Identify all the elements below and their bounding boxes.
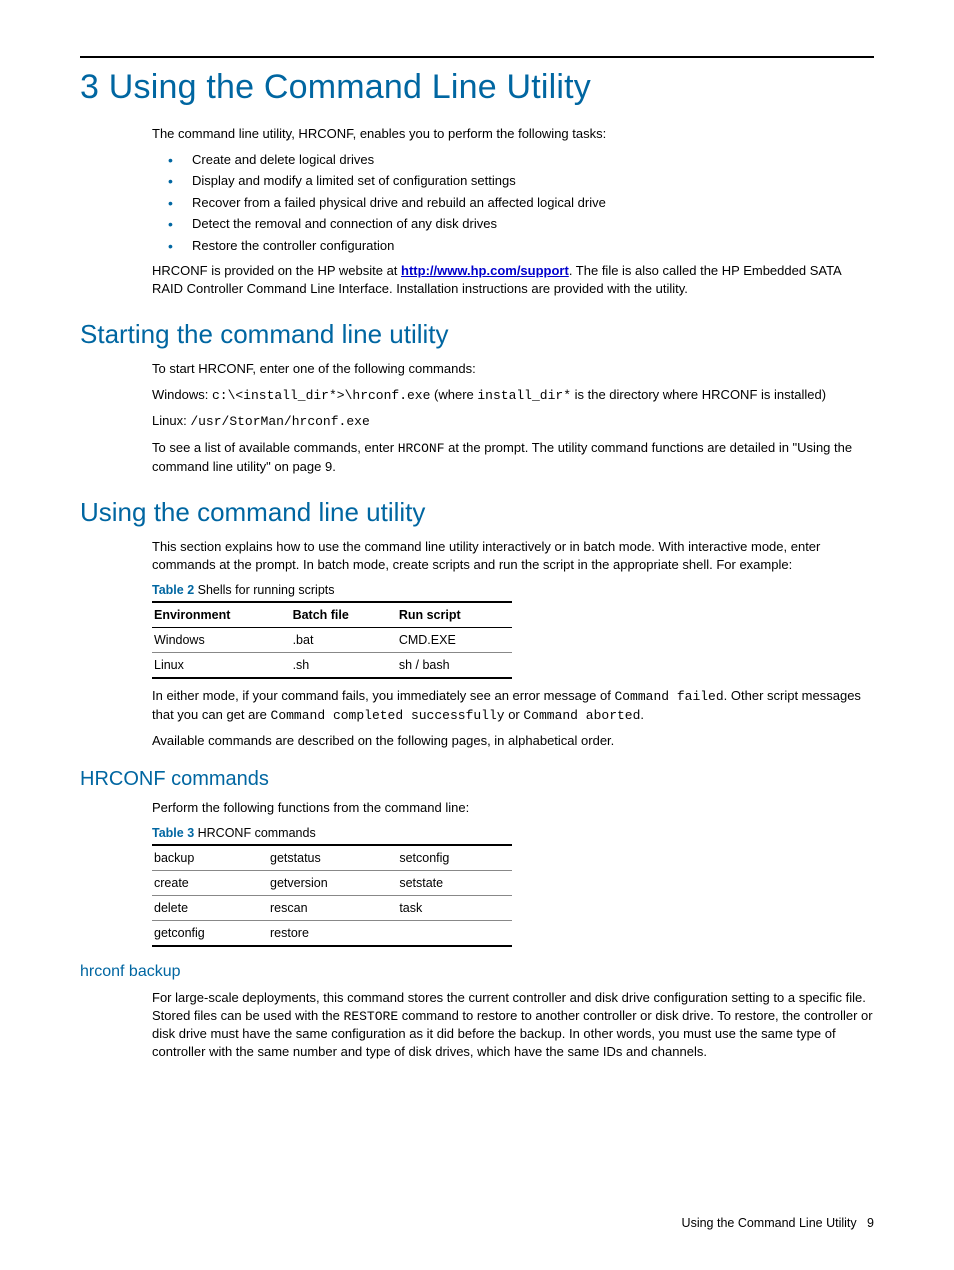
- commands-block: Perform the following functions from the…: [152, 799, 874, 948]
- commands-table: backup getstatus setconfig create getver…: [152, 844, 512, 947]
- subsubsection-hrconf-backup: hrconf backup: [80, 963, 874, 981]
- code: Command aborted: [523, 708, 640, 723]
- col-environment: Environment: [152, 602, 291, 628]
- table-row: getconfig restore: [152, 921, 512, 947]
- list-item: Create and delete logical drives: [152, 151, 874, 169]
- table2-caption: Table 2 Shells for running scripts: [152, 583, 874, 597]
- using-block: This section explains how to use the com…: [152, 538, 874, 750]
- available-commands: Available commands are described on the …: [152, 732, 874, 750]
- cell: [397, 921, 512, 947]
- code: HRCONF: [398, 441, 445, 456]
- table-label: Table 2: [152, 583, 194, 597]
- commands-intro: Perform the following functions from the…: [152, 799, 874, 817]
- cell: delete: [152, 896, 268, 921]
- label: Windows:: [152, 387, 212, 402]
- table-row: Linux .sh sh / bash: [152, 653, 512, 679]
- code: Command failed: [614, 689, 723, 704]
- list-item: Recover from a failed physical drive and…: [152, 194, 874, 212]
- windows-cmd: Windows: c:\<install_dir*>\hrconf.exe (w…: [152, 386, 874, 405]
- text: In either mode, if your command fails, y…: [152, 688, 614, 703]
- section-using: Using the command line utility: [80, 497, 874, 528]
- cell: .bat: [291, 628, 397, 653]
- table-header-row: Environment Batch file Run script: [152, 602, 512, 628]
- page: 3 Using the Command Line Utility The com…: [0, 0, 954, 1270]
- text: To see a list of available commands, ent…: [152, 440, 398, 455]
- list-item: Restore the controller configuration: [152, 237, 874, 255]
- cell: restore: [268, 921, 397, 947]
- cell: setconfig: [397, 845, 512, 871]
- page-footer: Using the Command Line Utility 9: [682, 1216, 874, 1230]
- code: Command completed successfully: [271, 708, 505, 723]
- support-link[interactable]: http://www.hp.com/support: [401, 263, 569, 278]
- cell: backup: [152, 845, 268, 871]
- text: HRCONF is provided on the HP website at: [152, 263, 401, 278]
- list-commands-hint: To see a list of available commands, ent…: [152, 439, 874, 475]
- cell: rescan: [268, 896, 397, 921]
- cell: sh / bash: [397, 653, 512, 679]
- hrconf-source: HRCONF is provided on the HP website at …: [152, 262, 874, 297]
- cell: getstatus: [268, 845, 397, 871]
- intro-block: The command line utility, HRCONF, enable…: [152, 125, 874, 297]
- col-run-script: Run script: [397, 602, 512, 628]
- cell: task: [397, 896, 512, 921]
- backup-description: For large-scale deployments, this comman…: [152, 989, 874, 1060]
- code: /usr/StorMan/hrconf.exe: [190, 414, 369, 429]
- table-label: Table 3: [152, 826, 194, 840]
- cell: CMD.EXE: [397, 628, 512, 653]
- table-title: HRCONF commands: [194, 826, 316, 840]
- table-row: delete rescan task: [152, 896, 512, 921]
- code: install_dir*: [477, 388, 571, 403]
- cell: getconfig: [152, 921, 268, 947]
- linux-cmd: Linux: /usr/StorMan/hrconf.exe: [152, 412, 874, 431]
- cell: getversion: [268, 871, 397, 896]
- using-intro: This section explains how to use the com…: [152, 538, 874, 573]
- section-starting: Starting the command line utility: [80, 319, 874, 350]
- table-row: backup getstatus setconfig: [152, 845, 512, 871]
- list-item: Detect the removal and connection of any…: [152, 215, 874, 233]
- intro-text: The command line utility, HRCONF, enable…: [152, 125, 874, 143]
- table-title: Shells for running scripts: [194, 583, 334, 597]
- text: is the directory where HRCONF is install…: [571, 387, 826, 402]
- starting-block: To start HRCONF, enter one of the follow…: [152, 360, 874, 475]
- cell: Windows: [152, 628, 291, 653]
- task-list: Create and delete logical drives Display…: [152, 151, 874, 255]
- backup-block: For large-scale deployments, this comman…: [152, 989, 874, 1060]
- text: .: [640, 707, 644, 722]
- text: (where: [430, 387, 477, 402]
- page-number: 9: [867, 1216, 874, 1230]
- label: Linux:: [152, 413, 190, 428]
- code: c:\<install_dir*>\hrconf.exe: [212, 388, 430, 403]
- cell: Linux: [152, 653, 291, 679]
- top-rule: [80, 56, 874, 58]
- shells-table: Environment Batch file Run script Window…: [152, 601, 512, 679]
- cell: create: [152, 871, 268, 896]
- start-instructions: To start HRCONF, enter one of the follow…: [152, 360, 874, 378]
- table3-caption: Table 3 HRCONF commands: [152, 826, 874, 840]
- cell: .sh: [291, 653, 397, 679]
- table-row: create getversion setstate: [152, 871, 512, 896]
- cell: setstate: [397, 871, 512, 896]
- mode-errors: In either mode, if your command fails, y…: [152, 687, 874, 724]
- chapter-title: 3 Using the Command Line Utility: [80, 68, 874, 107]
- code: RESTORE: [344, 1009, 399, 1024]
- text: or: [505, 707, 524, 722]
- subsection-hrconf-commands: HRCONF commands: [80, 768, 874, 791]
- table-row: Windows .bat CMD.EXE: [152, 628, 512, 653]
- footer-title: Using the Command Line Utility: [682, 1216, 857, 1230]
- list-item: Display and modify a limited set of conf…: [152, 172, 874, 190]
- col-batch-file: Batch file: [291, 602, 397, 628]
